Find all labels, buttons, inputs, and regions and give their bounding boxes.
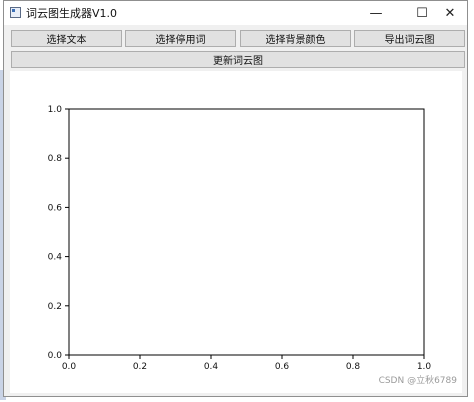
y-tick-label: 0.8 <box>48 154 63 164</box>
app-window: 词云图生成器V1.0 — ☐ ✕ 选择文本 选择停用词 选择背景颜色 导出词云图… <box>3 0 468 397</box>
watermark: CSDN @立秋6789 <box>378 376 457 386</box>
x-tick-label: 1.0 <box>417 362 432 372</box>
x-tick-label: 0.6 <box>275 362 290 372</box>
export-wordcloud-button[interactable]: 导出词云图 <box>354 30 465 47</box>
select-bg-color-button[interactable]: 选择背景颜色 <box>240 30 351 47</box>
x-tick-label: 0.2 <box>133 362 147 372</box>
app-icon <box>10 7 21 18</box>
empty-axes-chart: 0.0 0.2 0.4 0.6 0.8 1.0 0.0 0.2 0.4 0.6 0.8 1.0 <box>48 105 432 372</box>
window-title: 词云图生成器V1.0 <box>26 7 118 20</box>
y-tick-label: 0.6 <box>48 203 63 213</box>
update-wordcloud-button[interactable]: 更新词云图 <box>11 51 465 68</box>
close-button[interactable]: ✕ <box>432 1 468 25</box>
axes-frame <box>68 108 425 356</box>
x-tick-label: 0.8 <box>346 362 361 372</box>
plot-canvas: 0.0 0.2 0.4 0.6 0.8 1.0 0.0 0.2 0.4 0.6 0.8 1.0 <box>10 71 462 393</box>
x-tick-label: 0.0 <box>62 362 77 372</box>
minimize-button[interactable]: — <box>358 1 394 25</box>
y-tick-label: 0.0 <box>48 351 63 361</box>
x-tick-label: 0.4 <box>204 362 219 372</box>
select-stopwords-button[interactable]: 选择停用词 <box>125 30 236 47</box>
select-text-button[interactable]: 选择文本 <box>11 30 122 47</box>
y-tick-label: 0.4 <box>48 253 63 263</box>
y-tick-label: 1.0 <box>48 105 63 115</box>
y-tick-label: 0.2 <box>48 302 62 312</box>
title-bar[interactable]: 词云图生成器V1.0 — ☐ ✕ <box>4 1 467 25</box>
